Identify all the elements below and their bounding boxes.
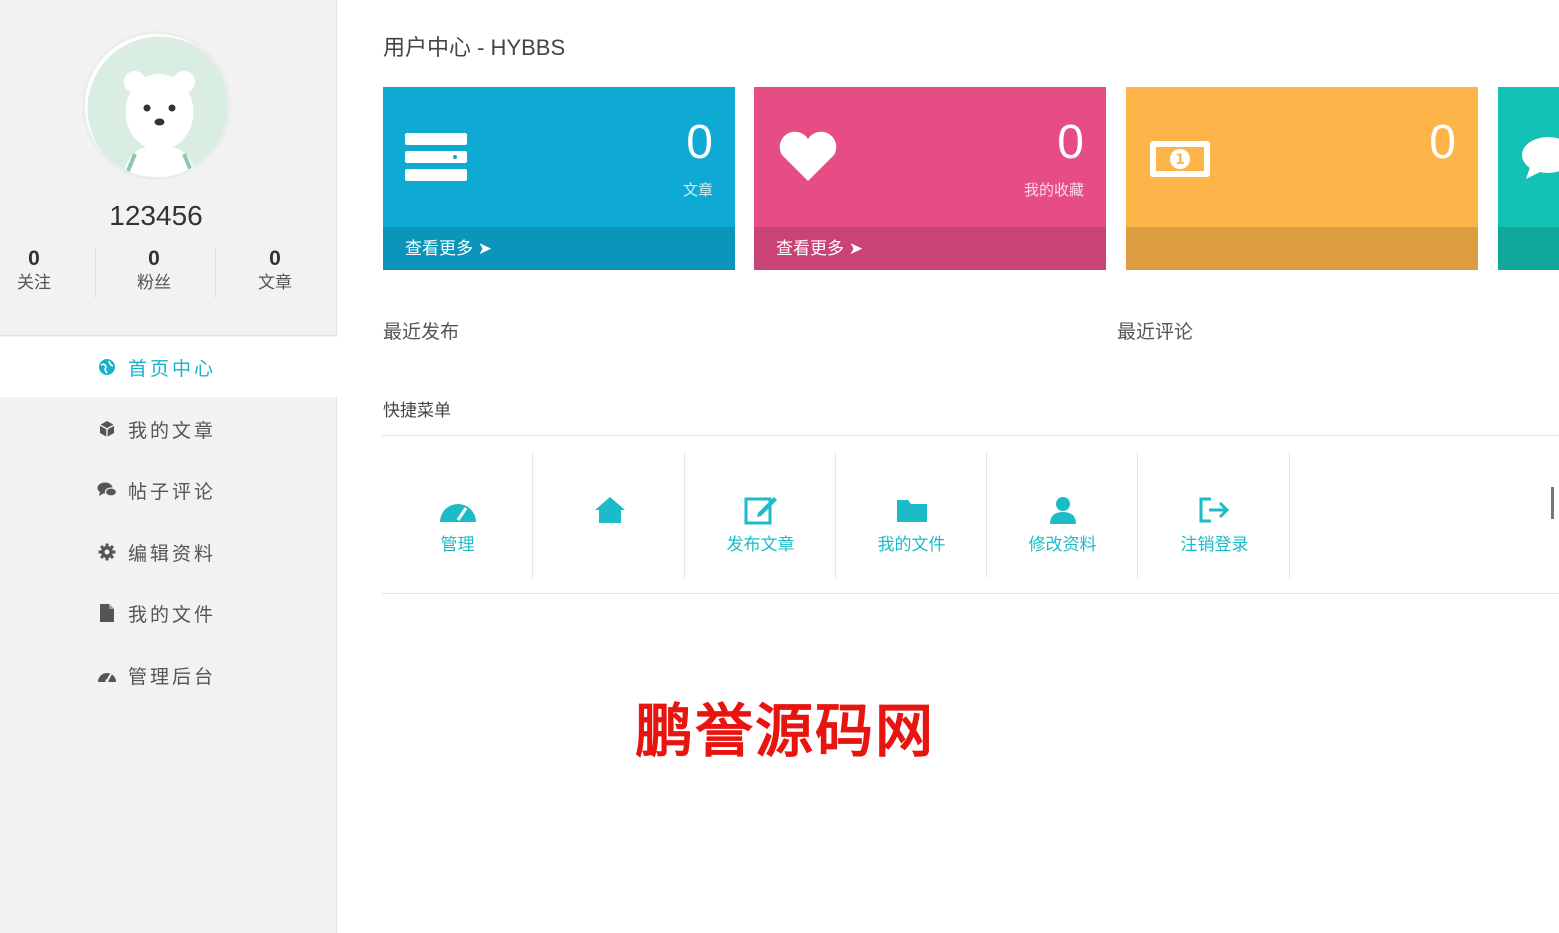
avatar[interactable]	[82, 31, 231, 180]
quick-label: 发布文章	[726, 535, 795, 554]
sidebar-divider	[0, 335, 337, 336]
dashboard-icon	[438, 494, 478, 526]
stat-label: 关注	[17, 273, 51, 292]
card-body	[1498, 87, 1559, 227]
money-icon: 1	[1148, 129, 1212, 185]
stat-card-favorites[interactable]: 0 我的收藏 查看更多 ➤	[754, 87, 1106, 270]
quick-home[interactable]	[534, 452, 685, 578]
card-value: 0	[1429, 116, 1456, 169]
quick-label: 管理	[440, 535, 475, 554]
stat-value: 0	[28, 247, 40, 270]
quick-admin[interactable]: 管理	[382, 452, 533, 578]
recent-comments-heading: 最近评论	[1117, 322, 1194, 343]
stat-divider	[215, 248, 216, 298]
sidebar-item-comments[interactable]: 帖子评论	[0, 460, 337, 520]
home-icon	[590, 494, 630, 526]
stat-divider	[95, 248, 96, 298]
stat-value: 0	[269, 247, 281, 270]
logout-icon	[1195, 494, 1235, 526]
globe-icon	[96, 356, 118, 378]
card-more-label: 查看更多	[776, 239, 844, 258]
comments-icon	[1520, 129, 1559, 185]
card-value: 0	[1057, 116, 1084, 169]
card-more-link[interactable]	[1498, 227, 1559, 270]
quick-label: 修改资料	[1028, 535, 1097, 554]
comments-icon	[96, 479, 118, 501]
stat-card-money[interactable]: 1 0	[1126, 87, 1478, 270]
stat-followers[interactable]: 0 粉丝	[114, 246, 194, 294]
svg-text:1: 1	[1175, 152, 1185, 168]
quick-edit-profile[interactable]: 修改资料	[987, 452, 1138, 578]
card-body: 0 文章	[383, 87, 735, 227]
card-more-link[interactable]: 查看更多 ➤	[754, 227, 1106, 270]
quick-label: 我的文件	[877, 535, 946, 554]
stat-articles[interactable]: 0 文章	[235, 246, 315, 294]
quick-label: 注销登录	[1180, 535, 1249, 554]
page-title: 用户中心 - HYBBS	[383, 35, 566, 60]
sidebar-item-admin[interactable]: 管理后台	[0, 645, 337, 705]
stat-card-comments[interactable]	[1498, 87, 1559, 270]
stat-label: 粉丝	[137, 273, 171, 292]
sidebar-item-my-articles[interactable]: 我的文章	[0, 399, 337, 459]
card-more-link[interactable]	[1126, 227, 1478, 270]
stat-label: 文章	[258, 273, 292, 292]
cube-icon	[96, 418, 118, 440]
stat-following[interactable]: 0 关注	[0, 246, 74, 294]
sidebar-item-label: 帖子评论	[128, 481, 217, 503]
divider	[382, 593, 1559, 594]
main-content: 用户中心 - HYBBS 0 文章 查看更多 ➤ 0 我的收藏 查看更多 ➤ 1…	[338, 0, 1559, 933]
divider	[382, 435, 1559, 436]
arrow-circle-right-icon: ➤	[477, 239, 492, 258]
quick-publish-article[interactable]: 发布文章	[685, 452, 836, 578]
dashboard-icon	[96, 664, 118, 686]
sidebar: 123456 0 关注 0 粉丝 0 文章 首页中心 我的文章 帖子评论 编辑资…	[0, 0, 337, 933]
sidebar-item-edit-profile[interactable]: 编辑资料	[0, 522, 337, 582]
user-icon	[1043, 494, 1083, 526]
edit-icon	[741, 494, 781, 526]
user-stats: 0 关注 0 粉丝 0 文章	[0, 246, 312, 298]
card-more-link[interactable]: 查看更多 ➤	[383, 227, 735, 270]
stat-value: 0	[148, 247, 160, 270]
scrollbar-handle[interactable]	[1551, 487, 1554, 519]
arrow-circle-right-icon: ➤	[848, 239, 863, 258]
watermark-text: 鹏誉源码网	[635, 697, 936, 765]
sidebar-item-label: 编辑资料	[128, 543, 217, 565]
folder-icon	[892, 494, 932, 526]
card-body: 1 0	[1126, 87, 1478, 227]
sidebar-item-home[interactable]: 首页中心	[0, 337, 337, 397]
sidebar-item-my-files[interactable]: 我的文件	[0, 583, 337, 643]
sidebar-item-label: 首页中心	[128, 358, 217, 380]
sidebar-item-label: 管理后台	[128, 666, 217, 688]
quick-menu-title: 快捷菜单	[383, 401, 451, 420]
stat-card-articles[interactable]: 0 文章 查看更多 ➤	[383, 87, 735, 270]
server-icon	[405, 129, 469, 185]
card-label: 文章	[682, 182, 713, 199]
file-icon	[96, 602, 118, 624]
recent-posts-heading: 最近发布	[383, 322, 460, 343]
quick-logout[interactable]: 注销登录	[1139, 452, 1290, 578]
sidebar-item-label: 我的文件	[128, 604, 217, 626]
sidebar-item-label: 我的文章	[128, 420, 217, 442]
heart-icon	[776, 129, 840, 185]
gear-icon	[96, 541, 118, 563]
username: 123456	[109, 200, 203, 231]
card-value: 0	[686, 116, 713, 169]
card-more-label: 查看更多	[405, 239, 473, 258]
quick-my-files[interactable]: 我的文件	[836, 452, 987, 578]
card-body: 0 我的收藏	[754, 87, 1106, 227]
card-label: 我的收藏	[1023, 182, 1084, 199]
